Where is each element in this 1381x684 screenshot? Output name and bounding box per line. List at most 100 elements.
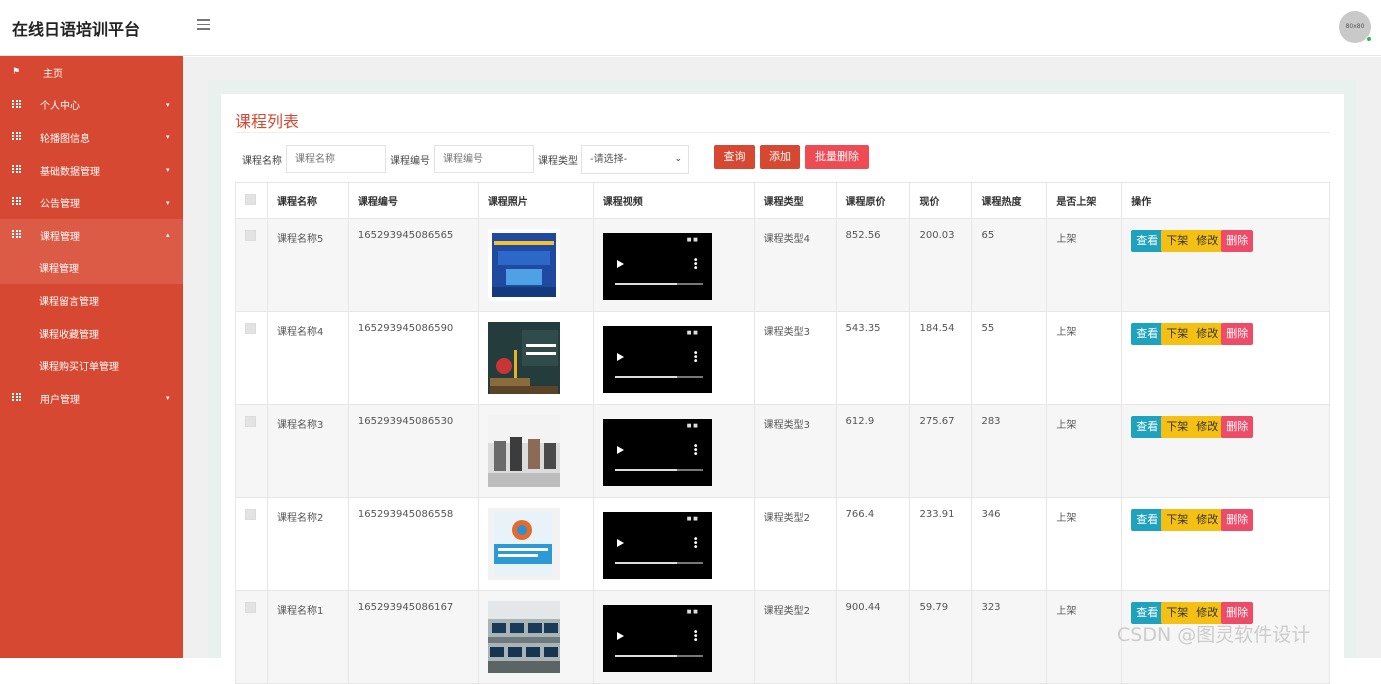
sidebar-item-course[interactable]: 课程管理 ▴ bbox=[0, 218, 183, 252]
course-code-input[interactable] bbox=[434, 145, 534, 173]
table-row: 课程名称2 165293945086558 ■ ■ • • • 课程类型2 766.4 233.… bbox=[235, 497, 1330, 591]
sidebar-item-basic-data[interactable]: 基础数据管理 ▾ bbox=[0, 154, 183, 187]
column-header: 课程编号 bbox=[347, 182, 479, 219]
play-icon[interactable] bbox=[616, 539, 624, 547]
view-button[interactable]: 查看 bbox=[1131, 323, 1164, 345]
row-checkbox[interactable] bbox=[245, 323, 256, 334]
course-heat-cell: 346 bbox=[971, 497, 1048, 591]
grid-icon bbox=[12, 229, 22, 240]
sidebar-item-home[interactable]: ⚑ 主页 bbox=[0, 56, 183, 89]
course-type-cell: 课程类型2 bbox=[753, 590, 837, 684]
sidebar-subitem-course[interactable]: 课程管理 bbox=[0, 251, 183, 285]
play-icon[interactable] bbox=[616, 446, 624, 454]
video-progress-bar[interactable] bbox=[614, 376, 703, 378]
row-checkbox[interactable] bbox=[245, 416, 256, 427]
sidebar-subitem-course-comment[interactable]: 课程留言管理 bbox=[0, 284, 183, 317]
view-button[interactable]: 查看 bbox=[1131, 230, 1164, 252]
sidebar-subitem-course-order[interactable]: 课程购买订单管理 bbox=[0, 349, 183, 382]
course-photo-cell bbox=[477, 218, 594, 312]
more-vertical-icon[interactable]: • • • bbox=[693, 442, 699, 460]
original-price-cell: 543.35 bbox=[835, 311, 911, 405]
take-off-shelf-button[interactable]: 下架 bbox=[1161, 323, 1194, 345]
column-header: 是否上架 bbox=[1046, 182, 1123, 219]
menu-toggle-icon[interactable] bbox=[197, 19, 211, 33]
on-shelf-status-cell: 上架 bbox=[1046, 497, 1123, 591]
course-photo bbox=[487, 229, 560, 301]
more-vertical-icon[interactable]: • • • bbox=[693, 349, 699, 367]
edit-button[interactable]: 修改 bbox=[1191, 509, 1224, 531]
course-video-cell[interactable]: ■ ■ • • • bbox=[592, 218, 755, 312]
sidebar-item-user[interactable]: 用户管理 ▾ bbox=[0, 382, 183, 415]
video-logo-icon: ■ ■ bbox=[686, 516, 698, 522]
take-off-shelf-button[interactable]: 下架 bbox=[1161, 230, 1194, 252]
more-vertical-icon[interactable]: • • • bbox=[693, 535, 699, 553]
video-progress-bar[interactable] bbox=[614, 655, 703, 657]
play-icon[interactable] bbox=[616, 632, 624, 640]
course-heat-cell: 323 bbox=[971, 590, 1048, 684]
course-name-input[interactable] bbox=[286, 145, 386, 173]
row-select-cell[interactable] bbox=[235, 218, 268, 312]
video-logo-icon: ■ ■ bbox=[686, 423, 698, 429]
original-price-cell: 852.56 bbox=[835, 218, 911, 312]
course-video-cell[interactable]: ■ ■ • • • bbox=[592, 497, 755, 591]
row-select-cell[interactable] bbox=[235, 404, 268, 498]
row-checkbox[interactable] bbox=[245, 602, 256, 613]
video-player[interactable]: ■ ■ • • • bbox=[602, 512, 712, 579]
course-type-cell: 课程类型3 bbox=[753, 404, 837, 498]
sidebar-item-personal-center[interactable]: 个人中心 ▾ bbox=[0, 89, 183, 122]
take-off-shelf-button[interactable]: 下架 bbox=[1161, 416, 1194, 438]
row-select-cell[interactable] bbox=[235, 311, 268, 405]
delete-button[interactable]: 删除 bbox=[1221, 416, 1254, 438]
course-video-cell[interactable]: ■ ■ • • • bbox=[592, 311, 755, 405]
actions-cell: 查看 下架 修改 删除 bbox=[1121, 311, 1330, 405]
course-type-select[interactable]: -请选择- ⌄ bbox=[581, 145, 689, 174]
row-checkbox[interactable] bbox=[245, 230, 256, 241]
play-icon[interactable] bbox=[616, 353, 624, 361]
edit-button[interactable]: 修改 bbox=[1191, 230, 1224, 252]
query-button[interactable]: 查询 bbox=[714, 145, 755, 169]
more-vertical-icon[interactable]: • • • bbox=[693, 628, 699, 646]
course-name-label: 课程名称 bbox=[242, 156, 282, 167]
row-select-cell[interactable] bbox=[235, 590, 268, 684]
sidebar-item-notice[interactable]: 公告管理 ▾ bbox=[0, 186, 183, 219]
video-progress-bar[interactable] bbox=[614, 283, 703, 285]
course-photo-cell bbox=[477, 497, 594, 591]
table-header-row: 课程名称 课程编号 课程照片 课程视频 课程类型 课程原价 现价 课程热度 是否… bbox=[235, 182, 1330, 219]
edit-button[interactable]: 修改 bbox=[1191, 416, 1224, 438]
video-player[interactable]: ■ ■ • • • bbox=[602, 326, 712, 393]
original-price-cell: 766.4 bbox=[835, 497, 911, 591]
course-photo-cell bbox=[477, 404, 594, 498]
video-player[interactable]: ■ ■ • • • bbox=[602, 233, 712, 300]
delete-button[interactable]: 删除 bbox=[1221, 509, 1254, 531]
grid-icon bbox=[12, 197, 22, 207]
flag-icon: ⚑ bbox=[12, 67, 21, 77]
more-vertical-icon[interactable]: • • • bbox=[693, 256, 699, 274]
video-progress-bar[interactable] bbox=[614, 469, 703, 471]
select-all-checkbox[interactable] bbox=[245, 193, 256, 205]
delete-button[interactable]: 删除 bbox=[1221, 230, 1254, 252]
sidebar-subitem-course-favorite[interactable]: 课程收藏管理 bbox=[0, 317, 183, 350]
course-video-cell[interactable]: ■ ■ • • • bbox=[592, 590, 755, 684]
video-player[interactable]: ■ ■ • • • bbox=[602, 419, 712, 486]
sidebar-item-carousel[interactable]: 轮播图信息 ▾ bbox=[0, 121, 183, 154]
course-photo bbox=[487, 322, 560, 394]
grid-icon bbox=[12, 392, 22, 403]
view-button[interactable]: 查看 bbox=[1131, 509, 1164, 531]
online-status-dot bbox=[1366, 36, 1372, 42]
course-photo bbox=[487, 508, 560, 580]
take-off-shelf-button[interactable]: 下架 bbox=[1161, 509, 1194, 531]
course-name-cell: 课程名称1 bbox=[266, 590, 349, 684]
batch-delete-button[interactable]: 批量删除 bbox=[805, 145, 869, 169]
view-button[interactable]: 查看 bbox=[1131, 416, 1164, 438]
row-checkbox[interactable] bbox=[245, 509, 256, 520]
row-select-cell[interactable] bbox=[235, 497, 268, 591]
sidebar-item-label: 用户管理 bbox=[40, 394, 80, 406]
course-video-cell[interactable]: ■ ■ • • • bbox=[592, 404, 755, 498]
play-icon[interactable] bbox=[616, 260, 624, 268]
delete-button[interactable]: 删除 bbox=[1221, 323, 1254, 345]
add-button[interactable]: 添加 bbox=[760, 145, 800, 169]
video-player[interactable]: ■ ■ • • • bbox=[602, 605, 712, 672]
edit-button[interactable]: 修改 bbox=[1191, 323, 1224, 345]
select-all-cell[interactable] bbox=[235, 182, 268, 219]
video-progress-bar[interactable] bbox=[614, 562, 703, 564]
